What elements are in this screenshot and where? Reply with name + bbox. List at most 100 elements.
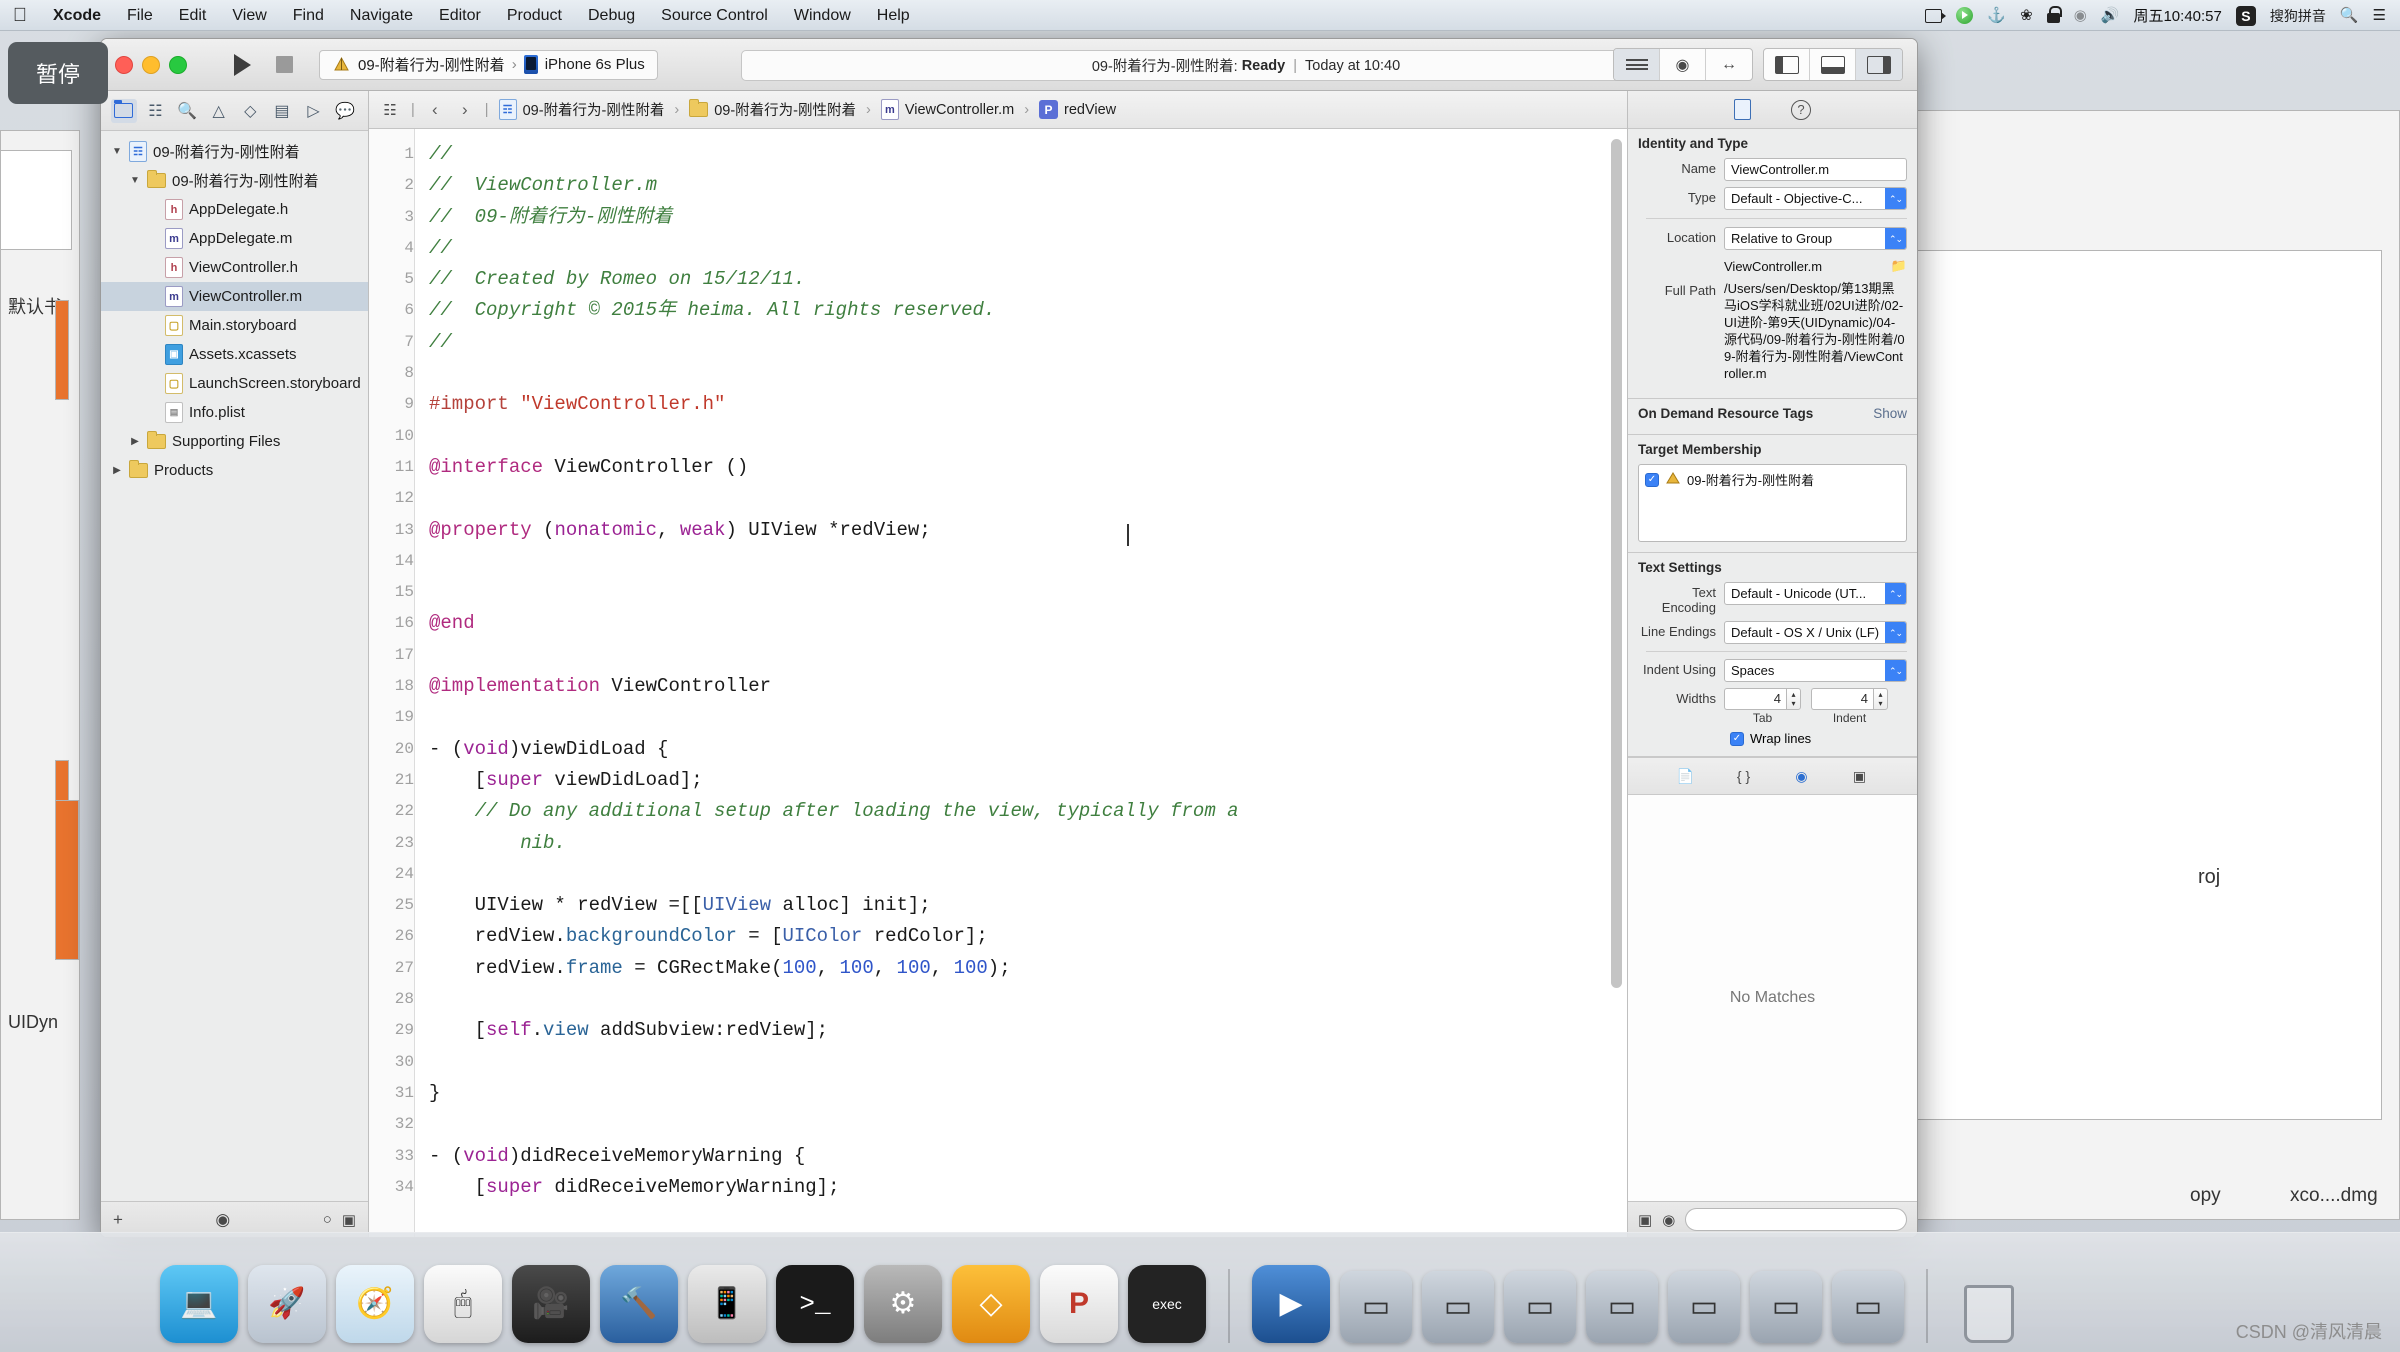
apple-menu-icon[interactable]:  bbox=[0, 6, 40, 25]
nav-row-products[interactable]: ▶ Products bbox=[101, 456, 368, 485]
quick-help-inspector-tab[interactable]: ? bbox=[1791, 100, 1811, 120]
dock-item-exec-app[interactable]: exec bbox=[1128, 1265, 1206, 1343]
source-code-area[interactable]: 1234567891011121314151617181920212223242… bbox=[369, 129, 1627, 1237]
window-controls[interactable] bbox=[101, 56, 187, 74]
nav-row-project[interactable]: ▼ ☶ 09-附着行为-刚性附着 bbox=[101, 137, 368, 166]
report-navigator-tab[interactable]: 💬 bbox=[332, 99, 358, 123]
dock-item-trash[interactable] bbox=[1950, 1265, 2028, 1343]
editor-mode-segment[interactable]: ◉ ↔ bbox=[1613, 48, 1753, 81]
indent-using-row[interactable]: Indent Using Spaces bbox=[1638, 659, 1907, 682]
disclosure-triangle-icon[interactable]: ▶ bbox=[111, 465, 123, 476]
menu-item-window[interactable]: Window bbox=[781, 0, 864, 31]
volume-icon[interactable]: 🔊 bbox=[2101, 8, 2120, 23]
name-input[interactable]: ViewController.m bbox=[1724, 158, 1907, 181]
wifi-icon[interactable]: ◉ bbox=[2074, 8, 2087, 23]
editor-jump-bar[interactable]: ☷ | ‹ › | ☶ 09-附着行为-刚性附着 › 09-附着行为-刚性附着 … bbox=[369, 91, 1627, 129]
inspector-selector-bar[interactable]: ? bbox=[1628, 91, 1917, 129]
dock-item-window-1[interactable]: ▭ bbox=[1340, 1271, 1412, 1343]
nav-row-main-storyboard[interactable]: ▢ Main.storyboard bbox=[101, 311, 368, 340]
menu-item-editor[interactable]: Editor bbox=[426, 0, 494, 31]
checkbox-icon[interactable]: ✓ bbox=[1645, 473, 1659, 487]
menu-item-xcode[interactable]: Xcode bbox=[40, 0, 114, 31]
nav-row-assets[interactable]: ▣ Assets.xcassets bbox=[101, 340, 368, 369]
find-navigator-tab[interactable]: 🔍 bbox=[174, 99, 200, 123]
dock-items[interactable]: 💻 🚀 🧭 🖱 🎥 🔨 📱 >_ ⚙ ◇ P exec ▶ ▭ ▭ ▭ ▭ ▭ … bbox=[0, 1243, 2028, 1343]
name-field-row[interactable]: Name ViewController.m bbox=[1638, 158, 1907, 181]
toolbar-right-controls[interactable]: ◉ ↔ bbox=[1613, 48, 1903, 81]
menu-item-product[interactable]: Product bbox=[494, 0, 575, 31]
menu-item-debug[interactable]: Debug bbox=[575, 0, 648, 31]
stepper-icon[interactable]: ▴▾ bbox=[1786, 688, 1801, 710]
test-navigator-tab[interactable]: ◇ bbox=[237, 99, 263, 123]
dock-item-mouse-app[interactable]: 🖱 bbox=[424, 1265, 502, 1343]
disclosure-triangle-icon[interactable]: ▼ bbox=[111, 146, 123, 157]
dock-item-launchpad[interactable]: 🚀 bbox=[248, 1265, 326, 1343]
dock-item-window-5[interactable]: ▭ bbox=[1668, 1271, 1740, 1343]
bluetooth-icon[interactable]: ❀ bbox=[2020, 8, 2033, 23]
mac-menu-bar[interactable]:  Xcode File Edit View Find Navigate Edi… bbox=[0, 0, 2400, 31]
menu-item-view[interactable]: View bbox=[219, 0, 279, 31]
menu-item-navigate[interactable]: Navigate bbox=[337, 0, 426, 31]
location-popup[interactable]: Relative to Group bbox=[1724, 227, 1907, 250]
media-library-tab[interactable]: ▣ bbox=[1850, 766, 1870, 786]
menu-item-source-control[interactable]: Source Control bbox=[648, 0, 781, 31]
forward-button[interactable]: › bbox=[455, 100, 475, 120]
dock-item-simulator[interactable]: 📱 bbox=[688, 1265, 766, 1343]
sogou-icon[interactable]: S bbox=[2236, 6, 2256, 26]
menu-item-edit[interactable]: Edit bbox=[166, 0, 220, 31]
breadcrumb-file[interactable]: m ViewController.m bbox=[881, 99, 1014, 120]
indent-using-popup[interactable]: Spaces bbox=[1724, 659, 1907, 682]
dock-item-window-6[interactable]: ▭ bbox=[1750, 1271, 1822, 1343]
source-code-text[interactable]: //// ViewController.m// 09-附着行为-刚性附着////… bbox=[415, 129, 1627, 1237]
disclosure-triangle-icon[interactable]: ▶ bbox=[129, 436, 141, 447]
project-navigator-tab[interactable] bbox=[111, 99, 137, 123]
project-file-list[interactable]: ▼ ☶ 09-附着行为-刚性附着 ▼ 09-附着行为-刚性附着 h AppDel… bbox=[101, 131, 368, 1201]
line-endings-popup[interactable]: Default - OS X / Unix (LF) bbox=[1724, 621, 1907, 644]
debug-navigator-tab[interactable]: ▤ bbox=[269, 99, 295, 123]
airplay-icon[interactable]: ⚓ bbox=[1987, 8, 2006, 23]
location-field-row[interactable]: Location Relative to Group bbox=[1638, 227, 1907, 250]
tab-width-value[interactable]: 4 bbox=[1724, 688, 1786, 710]
dock-item-settings[interactable]: ⚙ bbox=[864, 1265, 942, 1343]
stop-button[interactable] bbox=[263, 48, 305, 82]
screen-record-icon[interactable] bbox=[1925, 9, 1942, 23]
notification-center-icon[interactable]: ☰ bbox=[2373, 8, 2386, 23]
dock-item-window-7[interactable]: ▭ bbox=[1832, 1271, 1904, 1343]
utilities-pane[interactable]: ? Identity and Type Name ViewController.… bbox=[1627, 91, 1917, 1237]
dock-item-window-3[interactable]: ▭ bbox=[1504, 1271, 1576, 1343]
input-method-label[interactable]: 搜狗拼音 bbox=[2270, 9, 2326, 23]
navigator-selector-bar[interactable]: ☷ 🔍 △ ◇ ▤ ▷ 💬 bbox=[101, 91, 368, 131]
dock-item-sketch[interactable]: ◇ bbox=[952, 1265, 1030, 1343]
search-icon[interactable]: 🔍 bbox=[2340, 8, 2359, 23]
symbol-navigator-tab[interactable]: ☷ bbox=[142, 99, 168, 123]
dock-item-xcode[interactable]: 🔨 bbox=[600, 1265, 678, 1343]
disclosure-triangle-icon[interactable]: ▼ bbox=[129, 175, 141, 186]
issue-navigator-tab[interactable]: △ bbox=[206, 99, 232, 123]
menu-bar-status-area[interactable]: ⚓ ❀ ◉ 🔊 周五10:40:57 S 搜狗拼音 🔍 ☰ bbox=[1925, 0, 2396, 31]
standard-editor-button[interactable] bbox=[1614, 49, 1660, 80]
nav-row-group[interactable]: ▼ 09-附着行为-刚性附着 bbox=[101, 166, 368, 195]
file-template-library-tab[interactable]: 📄 bbox=[1676, 766, 1696, 786]
dock-item-terminal[interactable]: >_ bbox=[776, 1265, 854, 1343]
options-icon[interactable]: ▣ bbox=[342, 1211, 356, 1229]
stepper-icon[interactable]: ▴▾ bbox=[1873, 688, 1888, 710]
run-button[interactable] bbox=[221, 48, 263, 82]
checkbox-icon[interactable]: ✓ bbox=[1730, 732, 1744, 746]
dock-item-window-2[interactable]: ▭ bbox=[1422, 1271, 1494, 1343]
xcode-window[interactable]: 09-附着行为-刚性附着 › iPhone 6s Plus 09-附着行为-刚性… bbox=[100, 38, 1918, 1238]
dock-item-p-app[interactable]: P bbox=[1040, 1265, 1118, 1343]
breakpoint-navigator-tab[interactable]: ▷ bbox=[301, 99, 327, 123]
navigator-pane[interactable]: ☷ 🔍 △ ◇ ▤ ▷ 💬 ▼ ☶ 09-附着行为-刚性附着 ▼ 09-附着行为… bbox=[101, 91, 369, 1237]
nav-row-viewcontroller-m[interactable]: m ViewController.m bbox=[101, 282, 368, 311]
nav-row-appdelegate-m[interactable]: m AppDelegate.m bbox=[101, 224, 368, 253]
text-encoding-popup[interactable]: Default - Unicode (UT... bbox=[1724, 582, 1907, 605]
indent-width-stepper[interactable]: 4 ▴▾ bbox=[1811, 688, 1888, 710]
widths-row[interactable]: Widths 4 ▴▾ 4 ▴▾ bbox=[1638, 688, 1907, 725]
xcode-toolbar[interactable]: 09-附着行为-刚性附着 › iPhone 6s Plus 09-附着行为-刚性… bbox=[101, 39, 1917, 91]
object-library-tab[interactable]: ◉ bbox=[1792, 766, 1812, 786]
menu-bar-clock[interactable]: 周五10:40:57 bbox=[2133, 5, 2221, 26]
filter-icon[interactable]: ◉ bbox=[215, 1210, 230, 1230]
scheme-selector[interactable]: 09-附着行为-刚性附着 › iPhone 6s Plus bbox=[319, 50, 658, 80]
text-encoding-row[interactable]: Text Encoding Default - Unicode (UT... bbox=[1638, 582, 1907, 615]
odrt-show-button[interactable]: Show bbox=[1873, 406, 1907, 421]
